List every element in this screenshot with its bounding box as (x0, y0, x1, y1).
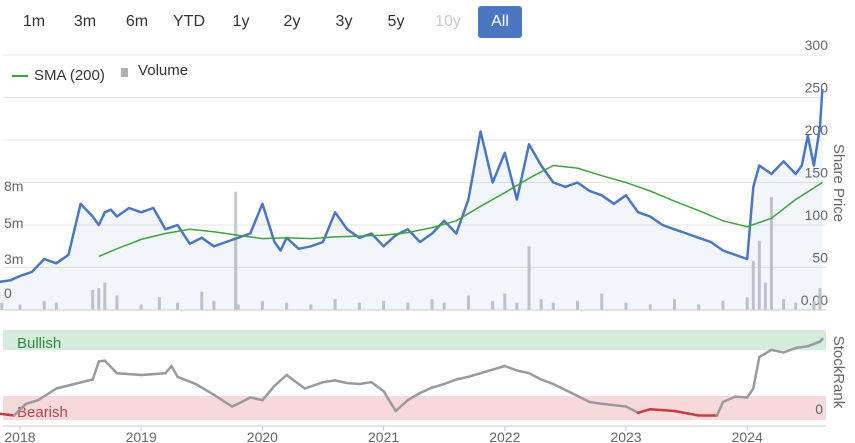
stockrank-line-segment (170, 364, 179, 379)
stockrank-line-segment (285, 373, 307, 390)
legend-sma-label: SMA (200) (34, 67, 105, 84)
x-axis-tick-label: 2019 (126, 429, 157, 443)
stockrank-line-segment (552, 382, 573, 395)
stockrank-line-segment (370, 380, 385, 393)
price-axis-tick-label: 250 (805, 80, 829, 96)
x-axis-tick-label: 2023 (610, 429, 641, 443)
stockrank-line-segment (467, 371, 482, 379)
volume-axis-tick-label: 3m (4, 251, 23, 267)
price-area (0, 89, 823, 310)
stockrank-line-segment (515, 369, 531, 375)
stockrank-line-segment (73, 378, 94, 386)
price-axis-tick-label: 300 (805, 37, 829, 53)
stockrank-line-segment (733, 395, 749, 399)
stockrank-line-segment (455, 375, 470, 381)
stockrank-line-segment (588, 400, 604, 406)
stockrank-line-segment (303, 380, 325, 390)
stockrank-line-segment (752, 355, 761, 390)
stockrank-line-segment (770, 348, 785, 354)
stockrank-line-segment (430, 382, 446, 389)
bullish-band-label: Bullish (17, 335, 61, 352)
x-axis-tick-label: 2024 (732, 429, 763, 443)
stockrank-line-segment (115, 371, 143, 377)
stockrank-line-segment (527, 371, 543, 381)
bullish-band (3, 330, 826, 350)
legend-item-volume[interactable]: Volume (121, 62, 188, 79)
stockrank-line-segment (164, 364, 173, 375)
legend-volume-label: Volume (138, 62, 189, 79)
volume-axis-tick-label: 8m (4, 178, 23, 194)
stockrank-line-segment (345, 381, 361, 386)
chart-legend: SMA (200) Volume (12, 62, 200, 84)
stockrank-axis-title: StockRank (830, 336, 847, 409)
stockrank-line-segment (418, 386, 434, 395)
x-axis-tick-label: 2020 (247, 429, 278, 443)
legend-item-sma[interactable]: SMA (200) (12, 67, 105, 84)
stockrank-line-segment (442, 378, 458, 386)
stockrank-line-segment (139, 371, 167, 377)
x-axis-tick-label: 2022 (489, 429, 520, 443)
stockrank-line-segment (333, 379, 349, 385)
legend-volume-swatch (121, 67, 129, 77)
stockrank-line-segment (503, 364, 519, 372)
stockrank-line-segment (91, 360, 101, 381)
stockrank-axis-tick-label: 0 (815, 401, 823, 417)
stockrank-line-segment (273, 373, 288, 388)
stockrank-line-segment (103, 359, 119, 375)
stockrank-line-segment (758, 348, 773, 359)
volume-axis-tick-label: 5m (4, 215, 23, 231)
stockrank-line-segment (55, 382, 76, 390)
stockrank-line-segment (358, 380, 373, 386)
x-axis-tick-label: 2021 (368, 429, 399, 443)
legend-sma-swatch (12, 74, 28, 77)
price-axis-title: Share Price (830, 144, 847, 222)
stockrank-line-segment (176, 375, 197, 386)
x-axis-tick-label: 2018 (4, 429, 35, 443)
stockrank-line-segment (194, 382, 216, 397)
stockrank-line-segment (794, 344, 810, 350)
stockrank-line-segment (321, 379, 337, 384)
stockrank-line-segment (479, 364, 507, 375)
stockrank-line-segment (539, 378, 555, 386)
